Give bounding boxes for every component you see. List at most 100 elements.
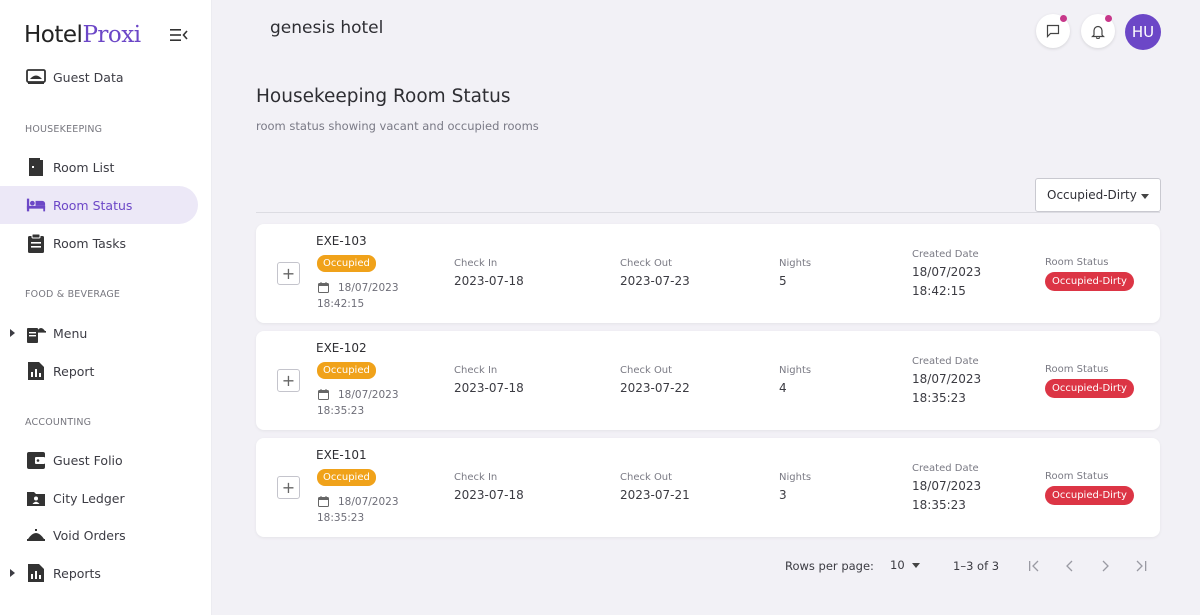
notifications-button[interactable] — [1081, 14, 1115, 48]
sidebar-item-label: City Ledger — [53, 490, 125, 506]
room-status-label: Room Status — [1045, 364, 1109, 375]
wallet-icon — [27, 452, 45, 469]
sidebar-item-void-orders[interactable]: Void Orders — [0, 516, 212, 554]
check-in-label: Check In — [454, 365, 498, 376]
booking-time: 18:42:15 — [317, 298, 365, 310]
sidebar-item-room-tasks[interactable]: Room Tasks — [0, 224, 212, 262]
guest-data-icon — [26, 69, 46, 84]
sidebar-item-label: Report — [53, 363, 95, 379]
page-title: Housekeeping Room Status — [256, 86, 511, 107]
first-page-icon[interactable] — [1024, 556, 1044, 576]
sidebar-item-label: Menu — [53, 325, 88, 341]
check-in-value: 2023-07-18 — [454, 488, 524, 502]
dropdown-arrow-icon — [911, 563, 920, 568]
sidebar-item-report[interactable]: Report — [0, 352, 212, 390]
room-card: + EXE-101 Occupied 18/07/2023 18:35:23 C… — [256, 438, 1160, 537]
room-status-label: Room Status — [1045, 471, 1109, 482]
section-accounting: ACCOUNTING — [25, 417, 92, 428]
sidebar-item-label: Guest Data — [53, 70, 124, 85]
expand-caret-icon[interactable] — [10, 569, 15, 577]
folder-user-icon — [27, 492, 45, 506]
sidebar-item-guest-folio[interactable]: Guest Folio — [0, 441, 212, 479]
room-status-label: Room Status — [1045, 257, 1109, 268]
bell-icon — [1091, 25, 1105, 39]
app-logo[interactable]: HotelProxi — [24, 22, 141, 48]
user-avatar[interactable]: HU — [1125, 14, 1161, 50]
nights-label: Nights — [779, 258, 812, 269]
nights-label: Nights — [779, 365, 812, 376]
last-page-icon[interactable] — [1131, 556, 1151, 576]
report-icon — [28, 362, 44, 380]
pagination-range: 1–3 of 3 — [953, 559, 1000, 573]
cloche-icon — [27, 529, 45, 541]
nights-value: 5 — [779, 274, 787, 288]
created-date-label: Created Date — [912, 463, 979, 474]
booking-date: 18/07/2023 — [338, 282, 399, 294]
chat-icon — [1046, 24, 1060, 38]
sidebar-item-city-ledger[interactable]: City Ledger — [0, 479, 212, 517]
check-in-label: Check In — [454, 258, 498, 269]
room-status-badge: Occupied-Dirty — [1045, 379, 1134, 398]
bed-icon — [26, 198, 46, 212]
expand-row-button[interactable]: + — [277, 262, 300, 285]
food-menu-icon — [27, 328, 46, 343]
room-number: EXE-103 — [316, 234, 367, 248]
reports-icon — [28, 564, 44, 582]
logo-brand-text: Proxi — [82, 22, 141, 48]
menu-collapse-icon[interactable] — [170, 27, 188, 43]
page-subtitle: room status showing vacant and occupied … — [256, 119, 539, 133]
sidebar-item-reports[interactable]: Reports — [0, 554, 212, 592]
room-status-filter-select[interactable]: Occupied-Dirty — [1035, 178, 1161, 212]
check-out-value: 2023-07-23 — [620, 274, 690, 288]
nights-value: 4 — [779, 381, 787, 395]
occupancy-badge: Occupied — [317, 469, 376, 486]
room-card: + EXE-102 Occupied 18/07/2023 18:35:23 C… — [256, 331, 1160, 430]
room-number: EXE-101 — [316, 448, 367, 462]
clipboard-icon — [28, 233, 44, 253]
created-date-value: 18/07/2023 — [912, 265, 982, 279]
sidebar-item-guest-data[interactable]: Guest Data — [0, 60, 212, 90]
room-card: + EXE-103 Occupied 18/07/2023 18:42:15 C… — [256, 224, 1160, 323]
expand-caret-icon[interactable] — [10, 329, 15, 337]
calendar-icon — [318, 282, 329, 293]
next-page-icon[interactable] — [1095, 556, 1115, 576]
calendar-icon — [318, 389, 329, 400]
sidebar-item-label: Reports — [53, 565, 101, 581]
plus-icon: + — [281, 371, 296, 390]
section-housekeeping: HOUSEKEEPING — [25, 124, 103, 135]
rows-per-page-value: 10 — [890, 558, 905, 572]
sidebar-item-menu[interactable]: Menu — [0, 314, 212, 352]
rows-per-page-label: Rows per page: — [785, 559, 874, 573]
rows-per-page-select[interactable]: 10 — [890, 558, 920, 572]
check-out-value: 2023-07-21 — [620, 488, 690, 502]
check-out-label: Check Out — [620, 472, 673, 483]
section-food-beverage: FOOD & BEVERAGE — [25, 289, 121, 300]
check-out-label: Check Out — [620, 365, 673, 376]
plus-icon: + — [281, 264, 296, 283]
previous-page-icon[interactable] — [1060, 556, 1080, 576]
calendar-icon — [318, 496, 329, 507]
hotel-name[interactable]: genesis hotel — [270, 18, 383, 38]
created-date-label: Created Date — [912, 356, 979, 367]
booking-date: 18/07/2023 — [338, 496, 399, 508]
divider — [256, 212, 1160, 213]
created-time-value: 18:35:23 — [912, 498, 966, 512]
sidebar-item-label: Room List — [53, 159, 115, 175]
created-date-label: Created Date — [912, 249, 979, 260]
sidebar-item-label: Room Status — [53, 197, 133, 213]
expand-row-button[interactable]: + — [277, 369, 300, 392]
sidebar-item-room-list[interactable]: Room List — [0, 148, 212, 186]
created-time-value: 18:42:15 — [912, 284, 966, 298]
sidebar-item-room-status[interactable]: Room Status — [0, 186, 198, 224]
logo-text: Hotel — [24, 22, 83, 48]
door-icon — [29, 158, 43, 176]
notification-dot — [1060, 15, 1067, 22]
expand-row-button[interactable]: + — [277, 476, 300, 499]
occupancy-badge: Occupied — [317, 255, 376, 272]
filter-value: Occupied-Dirty — [1047, 188, 1137, 202]
occupancy-badge: Occupied — [317, 362, 376, 379]
check-in-value: 2023-07-18 — [454, 381, 524, 395]
messages-button[interactable] — [1036, 14, 1070, 48]
nights-value: 3 — [779, 488, 787, 502]
sidebar: HotelProxi Guest Data HOUSEKEEPING Room … — [0, 0, 212, 615]
